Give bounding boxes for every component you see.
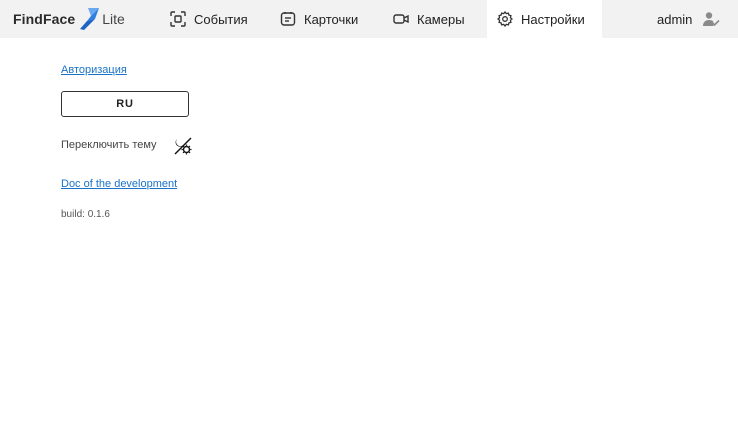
nav-settings[interactable]: Настройки (487, 0, 602, 38)
user-check-icon (703, 12, 720, 27)
user-menu[interactable]: admin (657, 0, 720, 38)
nav-events[interactable]: События (170, 0, 248, 38)
user-name: admin (657, 11, 693, 27)
nav-events-label: События (194, 11, 248, 27)
build-label: build: (61, 209, 85, 220)
app-logo[interactable]: FindFace Lite (13, 8, 125, 30)
theme-toggle-icon[interactable] (173, 136, 193, 156)
authorization-link[interactable]: Авторизация (61, 64, 127, 76)
build-version: 0.1.6 (87, 209, 110, 220)
language-button[interactable]: RU (61, 91, 189, 117)
card-icon (280, 12, 296, 26)
nav-cards[interactable]: Карточки (280, 0, 358, 38)
nav-cards-label: Карточки (304, 11, 359, 27)
scan-face-icon (170, 11, 186, 27)
logo-mark-icon (80, 8, 100, 30)
brand-sub: Lite (102, 11, 125, 27)
theme-toggle-label: Переключить тему (61, 139, 157, 151)
build-info: build: 0.1.6 (61, 209, 110, 220)
documentation-link[interactable]: Doc of the development (61, 178, 177, 190)
nav-cameras[interactable]: Камеры (393, 0, 465, 38)
nav-cameras-label: Камеры (417, 11, 465, 27)
camera-icon (393, 14, 409, 24)
gear-icon (497, 11, 513, 27)
top-navigation-bar: FindFace Lite События Карточки Камеры На… (0, 0, 738, 38)
brand-name: FindFace (13, 11, 76, 27)
nav-settings-label: Настройки (521, 11, 585, 27)
